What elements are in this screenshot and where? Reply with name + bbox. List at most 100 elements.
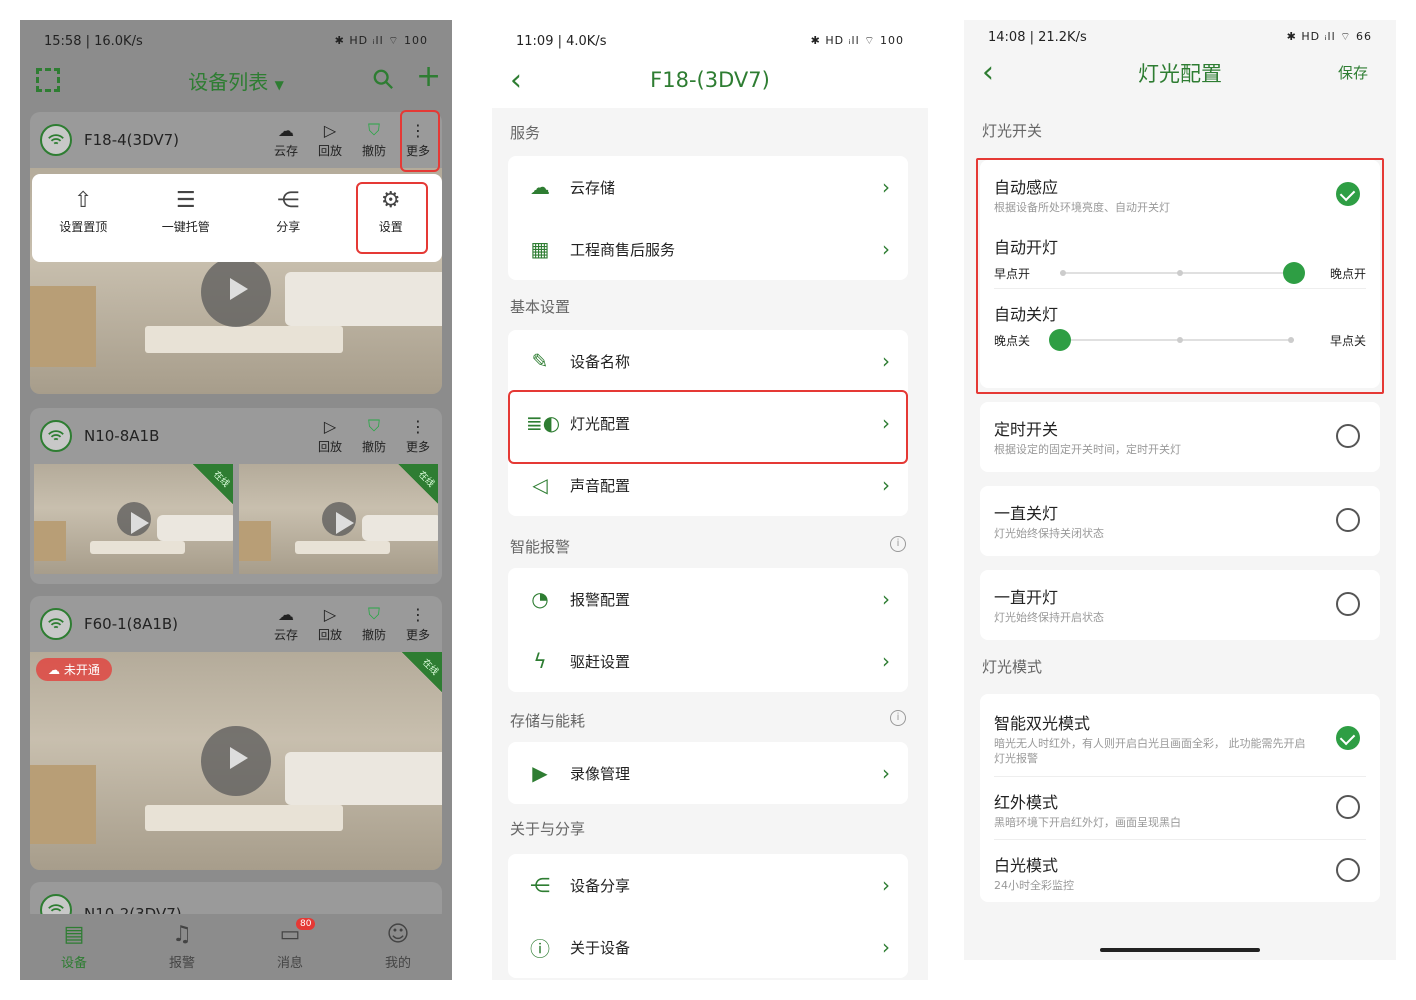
more-button[interactable]: ⋮ 更多: [402, 602, 434, 643]
status-time: 15:58 | 16.0K/s: [44, 33, 143, 49]
search-icon[interactable]: [372, 68, 394, 90]
camera-preview[interactable]: 在线: [239, 464, 438, 574]
status-bar: 11:09 | 4.0K/s ✱ HD ᵢll ⌔ 100: [492, 20, 928, 62]
row-recording[interactable]: ▶ 录像管理 ›: [508, 742, 908, 804]
add-device-icon[interactable]: +: [416, 62, 441, 92]
page-title-text: 设备列表: [188, 70, 269, 94]
play-icon[interactable]: [116, 502, 151, 536]
share-item[interactable]: ⋲ 分享: [237, 174, 340, 262]
more-label: 更多: [405, 440, 430, 454]
check-icon[interactable]: [1336, 726, 1360, 750]
play-icon[interactable]: [321, 502, 356, 536]
row-label: 驱赶设置: [570, 652, 631, 671]
play-icon[interactable]: [201, 726, 271, 796]
cloud-button[interactable]: ☁ 云存: [270, 602, 302, 643]
timer-option-card[interactable]: 定时开关 根据设定的固定开关时间，定时开关灯: [980, 402, 1380, 472]
playback-button[interactable]: ▷ 回放: [314, 602, 346, 643]
cloud-not-activated-badge[interactable]: ☁ 未开通: [36, 658, 112, 681]
option-desc: 24小时全彩监控: [994, 879, 1074, 892]
device-card-header: N10-8A1B ▷ 回放 ⛉ 撤防 ⋮ 更多: [30, 408, 442, 464]
more-icon: ⋮: [410, 416, 426, 436]
page-title: F18-(3DV7): [650, 68, 770, 92]
info-circle-icon: ⓘ: [530, 936, 550, 961]
play-icon[interactable]: [201, 257, 271, 328]
qrcode-icon: ▦: [530, 237, 550, 261]
row-label: 关于设备: [570, 938, 631, 957]
always-off-card[interactable]: 一直关灯 灯光始终保持关闭状态: [980, 486, 1380, 556]
section-title: 服务: [510, 124, 541, 142]
radio-button[interactable]: [1336, 592, 1360, 616]
playback-label: 回放: [317, 628, 342, 642]
dropdown-icon: ▼: [274, 78, 284, 92]
scene-table: [145, 804, 344, 831]
playback-button[interactable]: ▷ 回放: [314, 414, 346, 455]
speaker-icon: ◁: [532, 473, 548, 497]
radio-button[interactable]: [1336, 424, 1360, 448]
chevron-right-icon: ›: [882, 935, 890, 959]
tab-device[interactable]: ▤ 设备: [20, 914, 128, 980]
wifi-icon: [40, 420, 72, 452]
tab-mine[interactable]: ☺ 我的: [344, 914, 452, 980]
radio-button[interactable]: [1336, 858, 1360, 882]
disarm-label: 撤防: [361, 144, 386, 158]
playback-label: 回放: [317, 144, 342, 158]
white-light-mode-option[interactable]: 白光模式 24小时全彩监控: [980, 840, 1380, 902]
hosting-label: 一键托管: [161, 220, 210, 234]
radio-button[interactable]: [1336, 795, 1360, 819]
tab-message[interactable]: ▭ 消息 80: [236, 914, 344, 980]
cloud-label: 云存: [273, 144, 298, 158]
row-device-name[interactable]: ✎ 设备名称 ›: [508, 330, 908, 392]
device-card[interactable]: F60-1(8A1B) ☁ 云存 ▷ 回放 ⛉ 撤防 ⋮ 更多 ☁ 未开通 在线: [30, 596, 442, 870]
disarm-button[interactable]: ⛉ 撤防: [358, 118, 390, 159]
hosting-item[interactable]: ☰ 一键托管: [135, 174, 238, 262]
row-about-device[interactable]: ⓘ 关于设备 ›: [508, 916, 908, 978]
status-time: 11:09 | 4.0K/s: [516, 33, 607, 49]
message-icon: ▭: [279, 922, 301, 947]
more-button[interactable]: ⋮ 更多: [402, 414, 434, 455]
camera-preview[interactable]: ☁ 未开通 在线: [30, 652, 442, 870]
row-alarm-config[interactable]: ◔ 报警配置 ›: [508, 568, 908, 630]
alarm-icon: ◔: [531, 587, 549, 611]
info-icon[interactable]: i: [890, 710, 906, 726]
device-icon: ▤: [63, 922, 85, 947]
cloud-button[interactable]: ☁ 云存: [270, 118, 302, 159]
pin-top-item[interactable]: ⇧ 设置置顶: [32, 174, 135, 262]
infrared-mode-option[interactable]: 红外模式 黑暗环境下开启红外灯，画面呈现黑白: [980, 777, 1380, 839]
row-cloud-storage[interactable]: ☁ 云存储 ›: [508, 156, 908, 218]
option-desc: 黑暗环境下开启红外灯，画面呈现黑白: [994, 816, 1181, 829]
row-device-share[interactable]: ⋲ 设备分享 ›: [508, 854, 908, 916]
info-icon[interactable]: i: [890, 536, 906, 552]
status-icons: ✱ HD ᵢll ⌔ 100: [334, 34, 428, 47]
option-title: 白光模式: [994, 856, 1059, 875]
option-desc: 灯光始终保持关闭状态: [994, 527, 1104, 540]
scene-sofa: [285, 752, 442, 805]
online-label: 在线: [211, 469, 231, 490]
top-bar: 设备列表 ▼ +: [20, 62, 452, 106]
online-label: 在线: [420, 657, 440, 678]
highlight-light-config: [508, 390, 908, 464]
row-after-sales[interactable]: ▦ 工程商售后服务 ›: [508, 218, 908, 280]
disarm-button[interactable]: ⛉ 撤防: [358, 602, 390, 643]
pin-top-label: 设置置顶: [59, 220, 108, 234]
tab-alarm[interactable]: ♫ 报警: [128, 914, 236, 980]
option-desc: 暗光无人时红外，有人则开启白光且画面全彩， 此功能需先开启灯光报警: [994, 737, 1306, 765]
scene-shelf: [239, 521, 271, 561]
more-popup: ⇧ 设置置顶 ☰ 一键托管 ⋲ 分享 ⚙ 设置: [32, 174, 442, 262]
option-desc: 根据设定的固定开关时间，定时开关灯: [994, 443, 1181, 456]
settings-group: ◔ 报警配置 › ϟ 驱赶设置 ›: [508, 568, 908, 692]
always-on-card[interactable]: 一直开灯 灯光始终保持开启状态: [980, 570, 1380, 640]
status-bar: 15:58 | 16.0K/s ✱ HD ᵢll ⌔ 100: [20, 20, 452, 62]
section-title: 关于与分享: [510, 820, 586, 838]
disarm-button[interactable]: ⛉ 撤防: [358, 414, 390, 455]
save-button[interactable]: 保存: [1338, 62, 1368, 83]
scene-table: [294, 541, 391, 555]
scene-table: [145, 326, 344, 354]
playback-button[interactable]: ▷ 回放: [314, 118, 346, 159]
row-deter-settings[interactable]: ϟ 驱赶设置 ›: [508, 630, 908, 692]
radio-button[interactable]: [1336, 508, 1360, 532]
device-card[interactable]: N10-8A1B ▷ 回放 ⛉ 撤防 ⋮ 更多 在线 在线: [30, 408, 442, 584]
camera-preview[interactable]: 在线: [34, 464, 233, 574]
option-title: 红外模式: [994, 793, 1059, 812]
shield-icon: ⛉: [367, 120, 380, 139]
smart-dual-light-option[interactable]: 智能双光模式 暗光无人时红外，有人则开启白光且画面全彩， 此功能需先开启灯光报警: [980, 694, 1380, 776]
